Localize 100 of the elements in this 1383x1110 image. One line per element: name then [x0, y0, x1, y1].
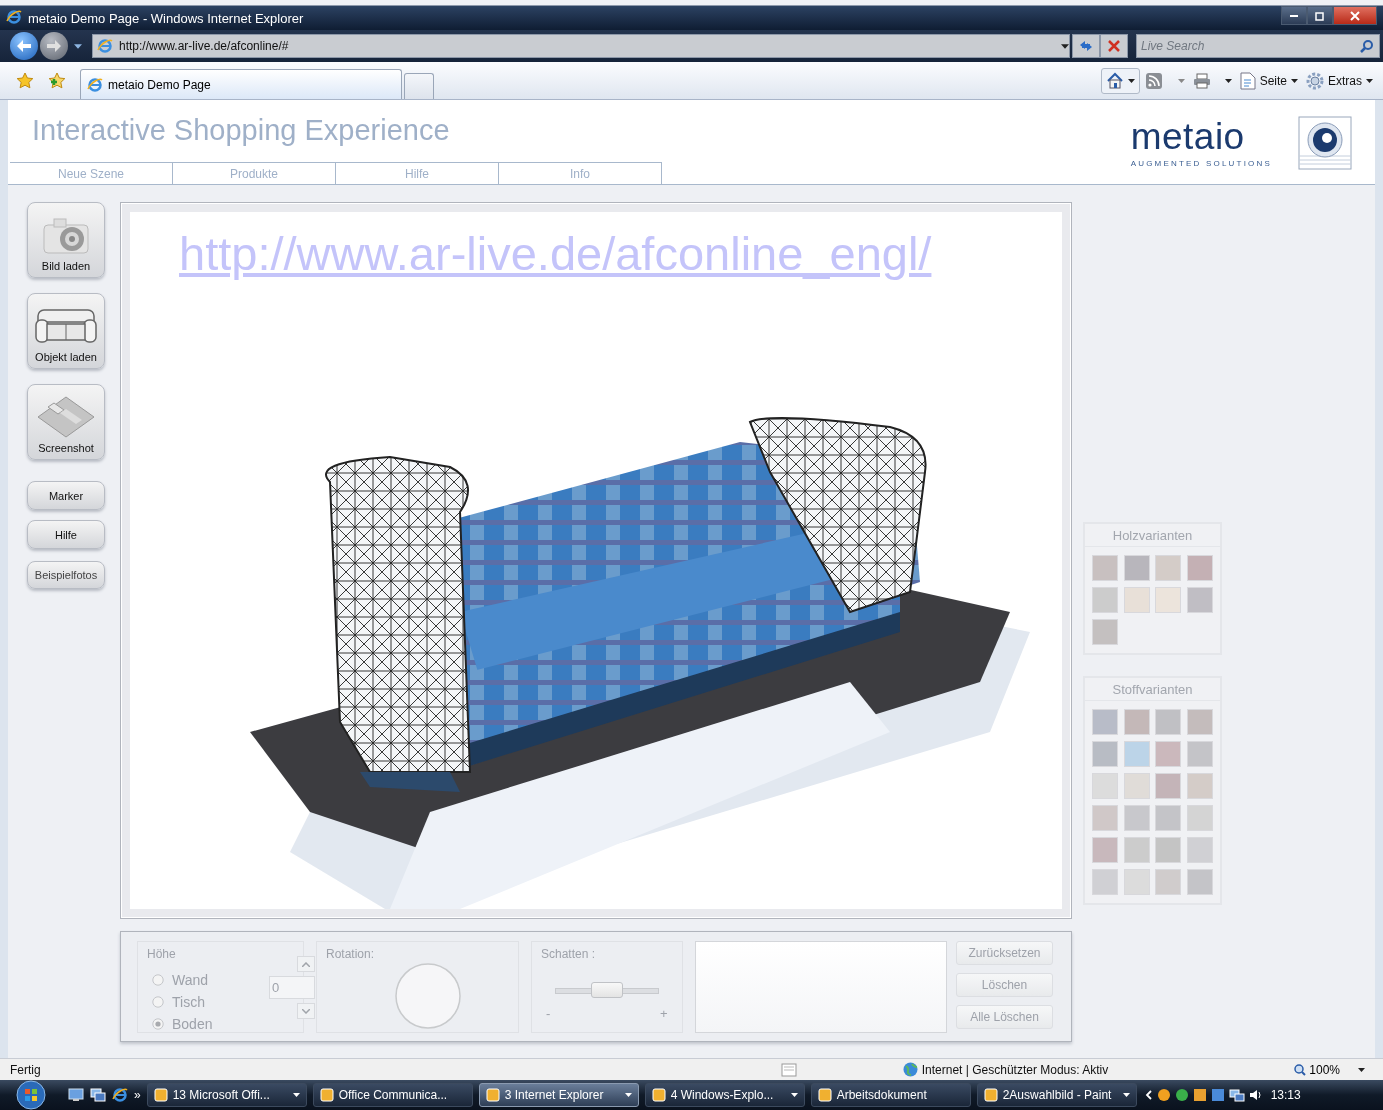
caret-icon — [1127, 78, 1135, 83]
search-field[interactable]: Live Search — [1136, 34, 1380, 58]
tool-button[interactable]: Objekt laden — [27, 293, 105, 369]
more-button[interactable]: » — [134, 1088, 141, 1102]
taskbar-button[interactable]: 13 Microsoft Offi... — [146, 1083, 307, 1107]
app-window-icon — [153, 1088, 168, 1102]
globe-icon — [902, 1062, 918, 1077]
tray-app-icon[interactable] — [1210, 1088, 1225, 1102]
page-icon — [1239, 71, 1256, 90]
swatch[interactable] — [1092, 709, 1118, 735]
house-icon — [1105, 71, 1124, 90]
swatch[interactable] — [1155, 741, 1181, 767]
ie-logo-icon[interactable] — [112, 1087, 128, 1103]
restore-button[interactable] — [1307, 6, 1333, 25]
tool-button[interactable]: Bild laden — [27, 202, 105, 278]
swatch[interactable] — [1186, 773, 1213, 799]
caret-icon — [1224, 78, 1232, 83]
desktop-icon[interactable] — [68, 1088, 84, 1102]
taskbar-button[interactable]: Arbeitsdokument — [810, 1083, 971, 1107]
swatch[interactable] — [1092, 837, 1118, 863]
add-favorite-icon[interactable] — [48, 71, 66, 90]
swatch[interactable] — [1123, 709, 1150, 735]
swatch[interactable] — [1155, 869, 1181, 895]
swatch[interactable] — [1123, 837, 1150, 863]
swatch[interactable] — [1155, 773, 1181, 799]
app-window-icon — [983, 1088, 998, 1102]
swatch[interactable] — [1123, 555, 1150, 581]
caret-icon — [624, 1093, 632, 1097]
swatch[interactable] — [1123, 773, 1150, 799]
swatch[interactable] — [1123, 741, 1150, 767]
home-button[interactable] — [1100, 67, 1140, 94]
feeds-button[interactable] — [1143, 70, 1187, 91]
swatch[interactable] — [1186, 805, 1213, 831]
stop-button[interactable] — [1100, 34, 1128, 58]
swatch[interactable] — [1155, 805, 1181, 831]
swatch[interactable] — [1186, 741, 1213, 767]
swatch[interactable] — [1155, 837, 1181, 863]
swatch[interactable] — [1123, 869, 1150, 895]
command-button[interactable]: Extras — [1304, 69, 1375, 92]
browser-tab[interactable]: metaio Demo Page — [80, 69, 402, 99]
back-button[interactable] — [10, 32, 38, 60]
palette-title: Stoffvarianten — [1085, 678, 1220, 701]
ie-page-icon — [97, 38, 113, 54]
caret-icon — [74, 43, 82, 49]
tray-app-icon[interactable] — [1156, 1088, 1171, 1102]
command-button[interactable]: Seite — [1237, 69, 1300, 92]
forward-button[interactable] — [40, 32, 68, 60]
refresh-icon — [1078, 39, 1094, 53]
swatch[interactable] — [1186, 555, 1213, 581]
slider-min-label: - — [546, 1006, 551, 1021]
camera-icon — [40, 215, 92, 257]
swatch[interactable] — [1155, 555, 1181, 581]
swatch[interactable] — [1092, 555, 1118, 581]
swatch[interactable] — [1092, 741, 1118, 767]
caret-icon — [1061, 43, 1069, 49]
swatch[interactable] — [1092, 869, 1118, 895]
new-tab-button[interactable] — [404, 73, 434, 99]
minimize-icon — [1290, 14, 1298, 17]
favorites-star-icon[interactable] — [16, 71, 34, 90]
swatch[interactable] — [1092, 619, 1118, 645]
swatch[interactable] — [1092, 587, 1118, 613]
swatch[interactable] — [1155, 709, 1181, 735]
swatch[interactable] — [1123, 587, 1150, 613]
swatch[interactable] — [1092, 805, 1118, 831]
tool-button[interactable]: Screenshot — [27, 384, 105, 460]
taskbar-button[interactable]: 3 Internet Explorer — [478, 1083, 639, 1107]
clock[interactable]: 13:13 — [1270, 1088, 1301, 1102]
security-zone-text: Internet | Geschützter Modus: Aktiv — [921, 1062, 1109, 1077]
swatch[interactable] — [1186, 709, 1213, 735]
taskbar-button[interactable]: 2Auswahlbild - Paint — [976, 1083, 1137, 1107]
window-title: metaio Demo Page - Windows Internet Explorer — [28, 10, 304, 26]
refresh-button[interactable] — [1072, 34, 1100, 58]
taskbar-button[interactable]: Office Communica... — [312, 1083, 473, 1107]
tool-button[interactable]: Beispielfotos — [27, 561, 105, 589]
ie-page-icon — [87, 76, 103, 93]
swatch[interactable] — [1186, 869, 1213, 895]
swatch[interactable] — [1155, 587, 1181, 613]
window-switch-icon[interactable] — [90, 1088, 106, 1102]
palette-title: Holzvarianten — [1085, 524, 1220, 547]
tool-button[interactable]: Hilfe — [27, 520, 105, 549]
tray-app-icon[interactable] — [1192, 1088, 1207, 1102]
taskbar-button[interactable]: 4 Windows-Explo... — [644, 1083, 805, 1107]
zoom-button[interactable]: 100% — [1294, 1062, 1365, 1077]
magnifier-icon — [1294, 1063, 1307, 1076]
speaker-icon[interactable] — [1248, 1088, 1263, 1102]
chevron-left-icon[interactable] — [1144, 1090, 1153, 1100]
tray-app-icon[interactable] — [1174, 1088, 1189, 1102]
ie-logo-icon — [6, 9, 22, 25]
app-window-icon — [319, 1088, 334, 1102]
minimize-button[interactable] — [1281, 6, 1307, 25]
up-chevron-icon — [302, 961, 310, 967]
address-field[interactable]: http://www.ar-live.de/afconline/# — [92, 34, 1070, 58]
swatch[interactable] — [1186, 587, 1213, 613]
page-title: Interactive Shopping Experience — [32, 114, 451, 147]
tool-button[interactable]: Marker — [27, 481, 105, 510]
swatch[interactable] — [1123, 805, 1150, 831]
close-button[interactable] — [1333, 6, 1377, 25]
swatch[interactable] — [1186, 837, 1213, 863]
network-icon[interactable] — [1228, 1088, 1245, 1102]
swatch[interactable] — [1092, 773, 1118, 799]
